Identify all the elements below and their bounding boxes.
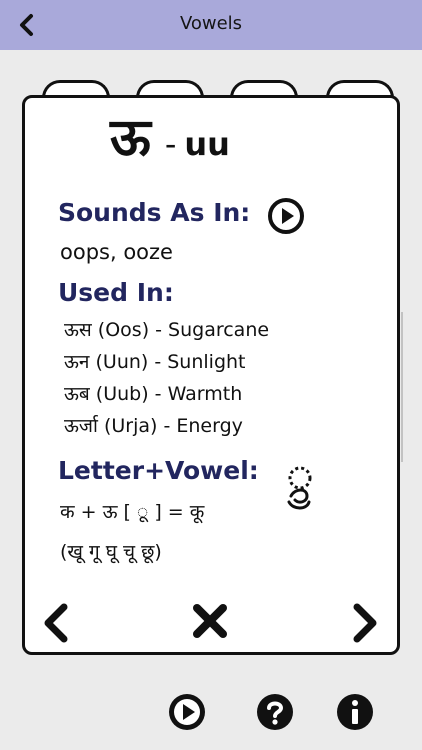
close-icon	[193, 604, 227, 638]
card-scrollbar[interactable]	[401, 312, 403, 462]
sounds-label: Sounds As In:	[58, 198, 251, 227]
list-item: ऊन (Uun) - Sunlight	[64, 351, 246, 373]
sounds-value: oops, ooze	[60, 240, 173, 264]
chevron-right-icon	[353, 603, 377, 643]
list-item: ऊर्जा (Urja) - Energy	[64, 415, 243, 437]
letter-vowel-formula: क + ऊ [ ◌ू ] = कू	[60, 501, 205, 523]
play-circle-icon	[268, 198, 304, 234]
help-button[interactable]	[256, 693, 294, 731]
letter-vowel-examples: (खू गू घू चू छू)	[60, 541, 162, 563]
page-title: Vowels	[179, 13, 243, 34]
play-circle-icon	[169, 694, 205, 730]
play-button[interactable]	[168, 693, 206, 731]
used-list: ऊस (Oos) - Sugarcane ऊन (Uun) - Sunlight…	[64, 318, 269, 446]
play-sound-button[interactable]	[268, 198, 304, 234]
list-item: ऊस (Oos) - Sugarcane	[64, 319, 270, 341]
top-bar: Vowels	[0, 0, 422, 50]
heading-dash: -	[164, 125, 177, 163]
close-button[interactable]	[192, 603, 228, 639]
info-button[interactable]	[336, 693, 374, 731]
letter-vowel-label: Letter+Vowel:	[58, 456, 259, 485]
vowel-letter: ऊ	[110, 108, 151, 168]
card-heading: ऊ - uu	[110, 112, 230, 164]
used-label: Used In:	[58, 278, 174, 307]
info-circle-icon	[337, 694, 373, 730]
chevron-left-icon	[44, 603, 68, 643]
help-circle-icon	[257, 694, 293, 730]
list-item: ऊब (Uub) - Warmth	[64, 383, 243, 405]
previous-button[interactable]	[40, 603, 74, 643]
vowel-transliteration: uu	[184, 125, 230, 163]
next-button[interactable]	[347, 603, 381, 643]
matra-glyph-icon	[285, 466, 315, 510]
